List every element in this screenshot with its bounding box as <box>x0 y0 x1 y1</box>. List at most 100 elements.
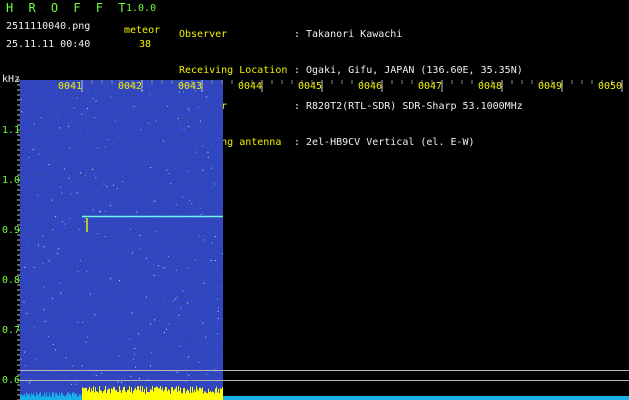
speckle <box>157 265 159 267</box>
speckle <box>120 248 122 250</box>
activity-bar <box>204 391 205 400</box>
speckle <box>20 148 22 149</box>
activity-bar <box>76 394 77 400</box>
speckle <box>153 173 154 174</box>
speckle <box>47 321 49 323</box>
speckle <box>208 204 210 205</box>
activity-bar <box>203 393 204 400</box>
activity-bar <box>156 386 157 400</box>
speckle <box>183 227 185 229</box>
speckle <box>29 244 31 246</box>
speckle <box>106 103 108 105</box>
speckle <box>28 156 30 158</box>
activity-bar <box>219 393 220 400</box>
speckle <box>85 341 87 343</box>
speckle <box>121 287 122 289</box>
activity-bar <box>161 389 162 400</box>
activity-bar <box>138 386 139 400</box>
activity-bar <box>208 388 209 400</box>
activity-bar <box>122 389 123 400</box>
speckle <box>211 134 213 136</box>
speckle <box>103 84 105 85</box>
speckle <box>92 97 93 99</box>
activity-bar <box>97 391 98 400</box>
speckle <box>162 85 163 87</box>
activity-baseline <box>223 396 629 400</box>
speckle <box>104 195 106 197</box>
speckle <box>116 188 118 190</box>
speckle <box>108 260 109 262</box>
speckle <box>83 372 85 374</box>
activity-bar <box>64 396 65 400</box>
speckle <box>93 226 95 228</box>
speckle <box>72 215 74 217</box>
speckle <box>178 170 180 172</box>
speckle <box>108 133 110 135</box>
speckle <box>211 211 213 213</box>
speckle <box>118 355 120 357</box>
speckle <box>181 309 183 311</box>
activity-bar <box>191 392 192 400</box>
activity-bar <box>149 392 150 400</box>
speckle <box>21 194 23 196</box>
activity-bar <box>20 394 21 400</box>
speckle <box>127 194 129 196</box>
activity-bar <box>125 391 126 400</box>
activity-bar <box>167 391 168 400</box>
speckle <box>28 203 30 204</box>
speckle <box>200 342 202 343</box>
speckle <box>162 86 163 88</box>
activity-bar <box>188 390 189 400</box>
speckle <box>56 112 58 114</box>
activity-bar <box>195 391 196 400</box>
activity-bar <box>94 392 95 400</box>
speckle <box>122 181 124 183</box>
speckle <box>22 295 24 297</box>
activity-bar <box>173 390 174 400</box>
activity-bar <box>139 390 140 400</box>
speckle <box>157 283 159 285</box>
speckle <box>21 120 23 122</box>
speckle <box>94 92 96 94</box>
speckle <box>127 185 129 187</box>
speckle <box>210 198 212 200</box>
activity-bar <box>179 390 180 400</box>
speckle <box>70 193 72 195</box>
speckle <box>25 280 27 282</box>
speckle <box>115 282 117 284</box>
speckle <box>194 259 196 261</box>
speckle <box>219 148 221 150</box>
activity-bar <box>82 387 83 400</box>
speckle <box>27 359 28 361</box>
speckle <box>20 120 22 122</box>
activity-bar <box>56 392 57 400</box>
speckle <box>105 107 107 108</box>
speckle <box>195 254 197 256</box>
speckle <box>145 258 147 260</box>
speckle <box>112 258 114 260</box>
speckle <box>156 318 158 319</box>
speckle <box>52 322 54 324</box>
speckle <box>31 311 33 313</box>
speckle <box>175 118 177 120</box>
speckle <box>222 272 223 274</box>
speckle <box>130 382 132 384</box>
speckle <box>140 297 142 299</box>
speckle <box>32 309 34 311</box>
activity-bar <box>112 389 113 400</box>
speckle <box>184 344 186 346</box>
speckle <box>28 97 30 99</box>
speckle <box>166 221 168 223</box>
time-tick-label: 0043 <box>178 81 203 92</box>
speckle <box>35 272 37 274</box>
speckle <box>186 212 187 214</box>
activity-bar <box>209 392 210 400</box>
speckle <box>82 322 84 323</box>
speckle <box>155 231 157 233</box>
speckle <box>61 283 63 285</box>
speckle <box>168 173 170 174</box>
speckle <box>86 377 88 379</box>
speckle <box>110 204 111 206</box>
speckle <box>51 199 53 201</box>
speckle <box>200 141 202 143</box>
